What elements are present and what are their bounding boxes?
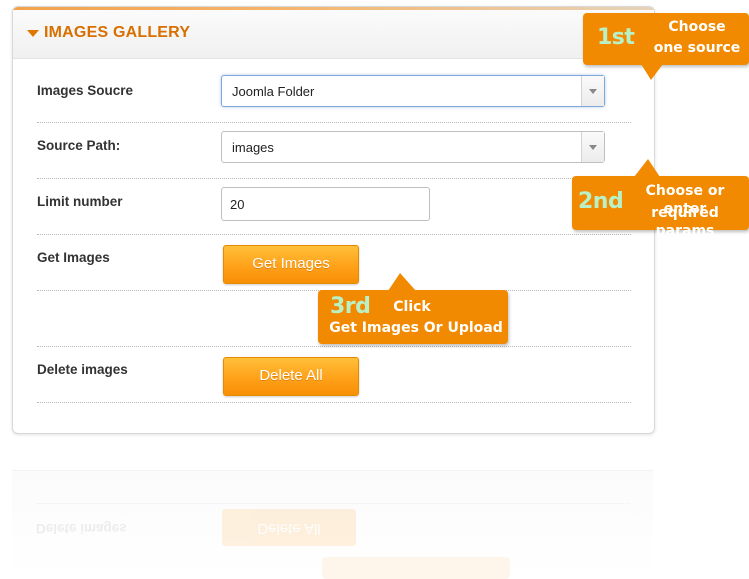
reflection-callout xyxy=(322,557,510,579)
source-path-dropdown-button[interactable] xyxy=(581,132,604,162)
panel-header[interactable]: IMAGES GALLERY xyxy=(13,10,654,59)
chevron-down-icon xyxy=(589,145,597,150)
images-source-value: Joomla Folder xyxy=(232,84,315,99)
callout-text-line1: Click xyxy=(393,299,431,315)
panel-reflection: Delete images Delete All xyxy=(12,470,653,579)
row-divider xyxy=(37,346,631,347)
panel-title: IMAGES GALLERY xyxy=(44,24,191,41)
callout-step-2: 2nd Choose or enter required params xyxy=(572,159,749,239)
caret-down-icon[interactable] xyxy=(27,30,39,37)
callout-text-line1: Choose xyxy=(668,19,726,35)
callout-pointer xyxy=(641,64,663,80)
images-source-dropdown-button[interactable] xyxy=(581,76,604,106)
delete-all-button[interactable]: Delete All xyxy=(223,357,359,396)
step-number: 2nd xyxy=(578,189,624,214)
chevron-down-icon xyxy=(589,89,597,94)
row-divider xyxy=(37,234,631,235)
step-number: 1st xyxy=(597,25,635,50)
row-divider xyxy=(37,402,631,403)
get-images-button[interactable]: Get Images xyxy=(223,245,359,284)
step-number: 3rd xyxy=(330,294,371,319)
callout-pointer xyxy=(634,159,660,177)
source-path-value: images xyxy=(232,140,274,155)
callout-text-line2: Get Images Or Upload xyxy=(329,320,503,336)
reflection-delete-images-label: Delete images xyxy=(36,521,127,536)
callout-text-line2: required params xyxy=(651,205,719,239)
source-path-label: Source Path: xyxy=(37,138,121,153)
get-images-label: Get Images xyxy=(37,250,110,265)
delete-images-label: Delete images xyxy=(37,362,128,377)
images-source-label: Images Soucre xyxy=(37,83,134,98)
images-source-select[interactable]: Joomla Folder xyxy=(221,75,605,107)
row-divider xyxy=(37,122,631,123)
images-gallery-panel: IMAGES GALLERY Images Soucre Joomla Fold… xyxy=(12,6,655,434)
reflection-divider xyxy=(36,503,630,504)
callout-pointer xyxy=(388,273,416,291)
limit-number-input[interactable] xyxy=(221,187,430,221)
callout-step-1: 1st Choose one source xyxy=(583,13,749,80)
limit-number-label: Limit number xyxy=(37,194,123,209)
row-divider xyxy=(37,178,631,179)
source-path-select[interactable]: images xyxy=(221,131,605,163)
reflection-delete-all-button: Delete All xyxy=(222,509,356,546)
callout-step-3: 3rd Click Get Images Or Upload xyxy=(318,273,508,344)
callout-text-line2: one source xyxy=(653,40,741,56)
